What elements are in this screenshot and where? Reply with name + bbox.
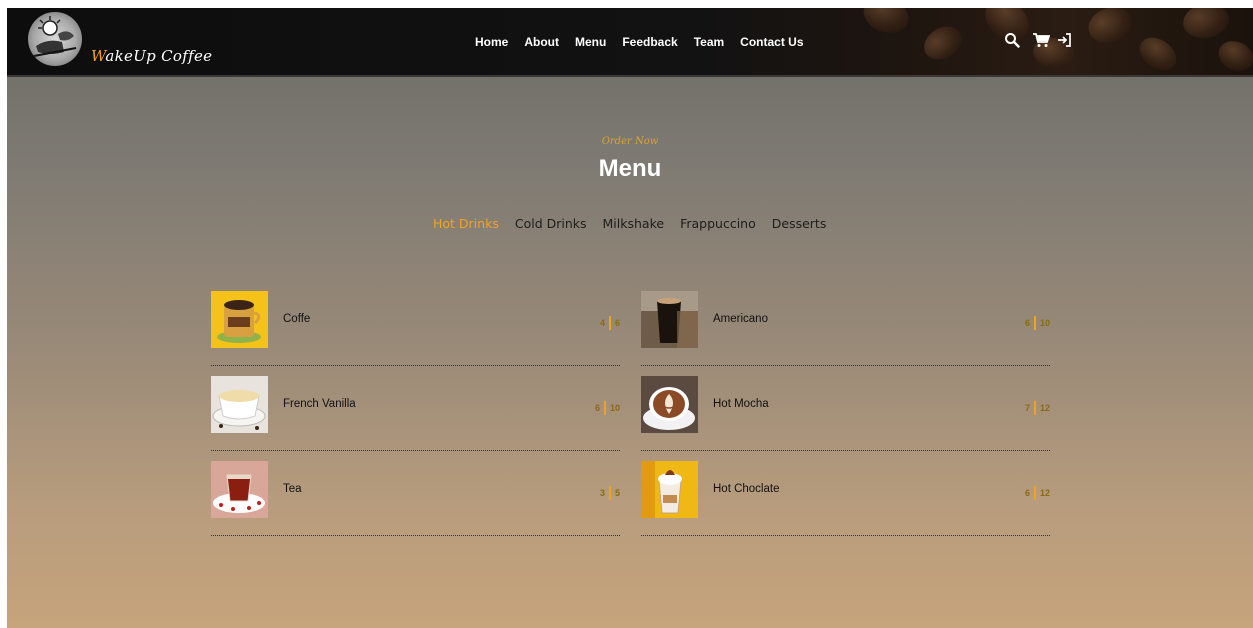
price-large: 6 (614, 318, 620, 328)
french-vanilla-image (211, 376, 268, 433)
item-price: 46 (600, 316, 620, 330)
tea-image (211, 461, 268, 518)
price-small: 6 (594, 403, 600, 413)
item-price: 35 (600, 486, 620, 500)
tab-frappuccino[interactable]: Frappuccino (680, 216, 756, 231)
price-large: 10 (1039, 318, 1050, 328)
item-price: 7 12 (1025, 401, 1050, 415)
item-name: Coffe (283, 313, 311, 325)
cart-icon[interactable] (1032, 32, 1051, 53)
item-name: Tea (283, 483, 302, 495)
price-small: 3 (599, 488, 605, 498)
nav-links: Home About Menu Feedback Team Contact Us (475, 35, 820, 49)
menu-item[interactable]: Americano 6 10 (641, 291, 1050, 366)
price-large: 5 (614, 488, 620, 498)
item-price: 6 10 (1025, 316, 1050, 330)
nav-about[interactable]: About (524, 35, 559, 49)
americano-image (641, 291, 698, 348)
price-large: 12 (1039, 488, 1050, 498)
tab-desserts[interactable]: Desserts (772, 216, 827, 231)
nav-contact-us[interactable]: Contact Us (740, 35, 803, 49)
nav-home[interactable]: Home (475, 35, 508, 49)
item-name: French Vanilla (283, 398, 356, 410)
section-title: Menu (598, 155, 662, 182)
price-large: 10 (609, 403, 620, 413)
section-eyebrow: Order Now (601, 136, 659, 147)
menu-tabs: Hot Drinks Cold Drinks Milkshake Frappuc… (433, 216, 826, 231)
search-icon[interactable] (1004, 32, 1020, 53)
menu-item[interactable]: Coffe 46 (211, 291, 620, 366)
nav-icons (1004, 32, 1072, 53)
navbar: WakeUp Coffee Home About Menu Feedback T… (7, 8, 1253, 77)
price-small: 6 (1024, 488, 1030, 498)
tab-milkshake[interactable]: Milkshake (603, 216, 665, 231)
price-large: 12 (1039, 403, 1050, 413)
item-price: 6 10 (595, 401, 620, 415)
hot-chocolate-image (641, 461, 698, 518)
menu-item[interactable]: French Vanilla 6 10 (211, 376, 620, 451)
tab-cold-drinks[interactable]: Cold Drinks (515, 216, 587, 231)
logo[interactable] (28, 12, 82, 66)
price-small: 4 (599, 318, 605, 328)
item-name: Hot Choclate (713, 483, 780, 495)
nav-feedback[interactable]: Feedback (622, 35, 677, 49)
nav-menu[interactable]: Menu (575, 35, 606, 49)
menu-item[interactable]: Hot Mocha 7 12 (641, 376, 1050, 451)
item-price: 6 12 (1025, 486, 1050, 500)
price-small: 7 (1024, 403, 1030, 413)
hot-mocha-image (641, 376, 698, 433)
brand-initial: W (91, 47, 106, 65)
item-name: Americano (713, 313, 768, 325)
item-name: Hot Mocha (713, 398, 769, 410)
brand-name[interactable]: WakeUp Coffee (91, 47, 212, 65)
menu-item[interactable]: Tea 35 (211, 461, 620, 536)
page-frame: WakeUp Coffee Home About Menu Feedback T… (7, 8, 1253, 628)
brand-rest: akeUp Coffee (105, 47, 213, 65)
login-icon[interactable] (1056, 32, 1072, 53)
nav-team[interactable]: Team (694, 35, 724, 49)
menu-item[interactable]: Hot Choclate 6 12 (641, 461, 1050, 536)
coffee-cup-image (211, 291, 268, 348)
price-small: 6 (1024, 318, 1030, 328)
tab-hot-drinks[interactable]: Hot Drinks (433, 216, 499, 231)
